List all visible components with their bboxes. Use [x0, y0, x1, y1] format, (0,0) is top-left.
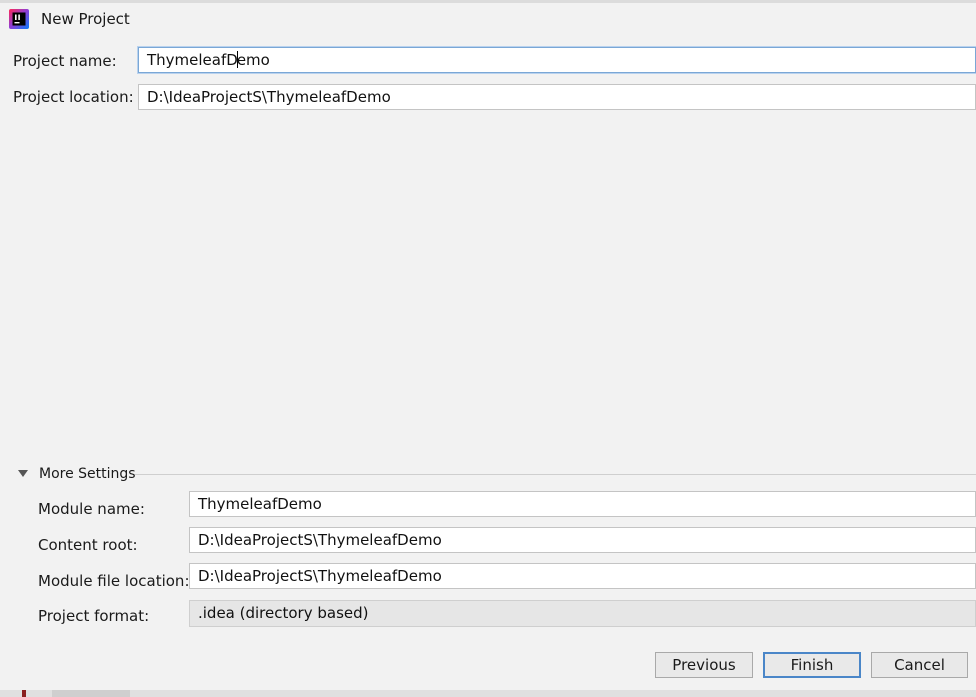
window-title: New Project — [41, 10, 130, 28]
cancel-button[interactable]: Cancel — [871, 652, 968, 678]
more-settings-toggle[interactable]: More Settings — [18, 466, 976, 484]
content-root-label: Content root: — [38, 536, 138, 554]
project-name-value: ThymeleafDemo — [147, 51, 270, 69]
taskbar-edge — [0, 690, 976, 697]
project-location-input[interactable]: D:\IdeaProjectS\ThymeleafDemo — [138, 84, 976, 110]
project-format-select[interactable]: .idea (directory based) — [189, 600, 976, 627]
module-name-value: ThymeleafDemo — [198, 495, 322, 513]
more-settings-label: More Settings — [39, 466, 136, 482]
content-root-value: D:\IdeaProjectS\ThymeleafDemo — [198, 531, 442, 549]
previous-button[interactable]: Previous — [655, 652, 753, 678]
taskbar-item — [52, 690, 130, 697]
project-location-value: D:\IdeaProjectS\ThymeleafDemo — [147, 88, 391, 106]
project-name-input[interactable]: ThymeleafDemo — [138, 47, 976, 73]
triangle-down-icon — [18, 470, 28, 477]
content-root-input[interactable]: D:\IdeaProjectS\ThymeleafDemo — [189, 527, 976, 553]
project-format-label: Project format: — [38, 607, 150, 625]
section-divider — [135, 474, 976, 475]
taskbar-item — [22, 690, 26, 697]
new-project-dialog: New Project Project name: ThymeleafDemo … — [0, 0, 976, 697]
module-name-label: Module name: — [38, 500, 145, 518]
finish-button[interactable]: Finish — [763, 652, 861, 678]
project-name-label: Project name: — [13, 52, 117, 70]
intellij-idea-icon — [9, 9, 29, 29]
title-bar: New Project — [0, 3, 976, 39]
module-file-location-input[interactable]: D:\IdeaProjectS\ThymeleafDemo — [189, 563, 976, 589]
module-file-location-value: D:\IdeaProjectS\ThymeleafDemo — [198, 567, 442, 585]
module-name-input[interactable]: ThymeleafDemo — [189, 491, 976, 517]
project-format-value: .idea (directory based) — [198, 604, 369, 622]
project-location-label: Project location: — [13, 88, 134, 106]
module-file-location-label: Module file location: — [38, 572, 190, 590]
